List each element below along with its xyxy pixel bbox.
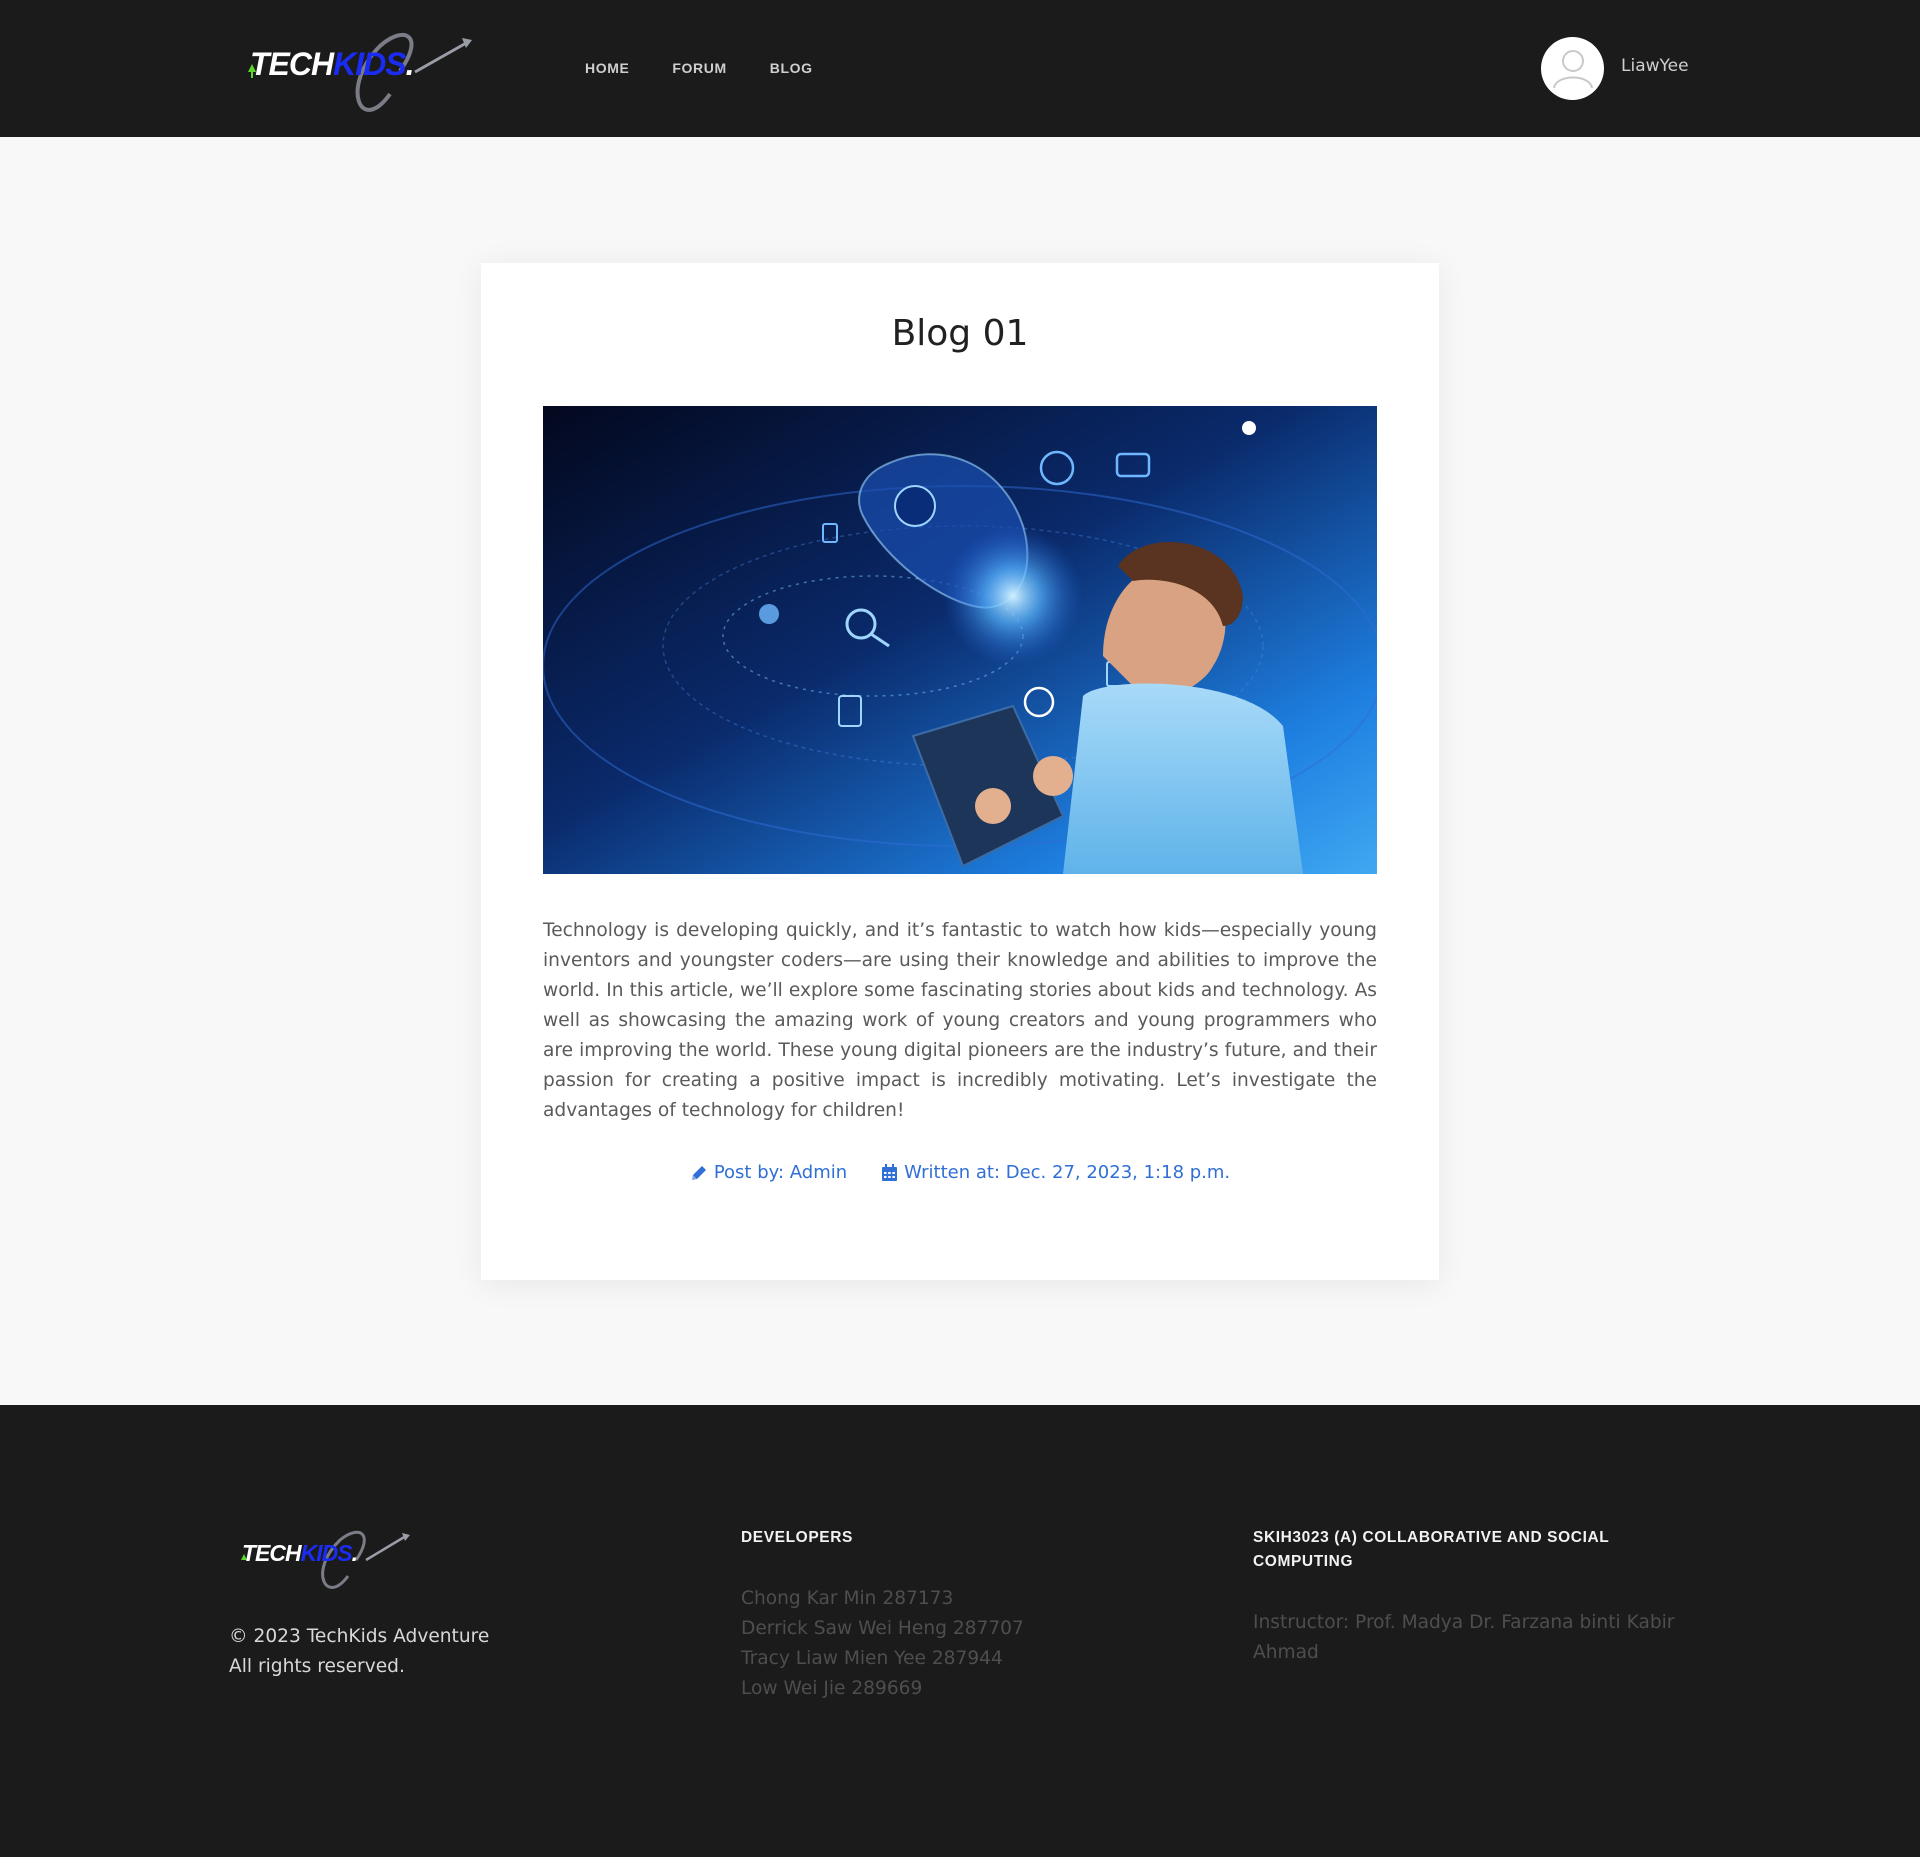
copyright-line-1: © 2023 TechKids Adventure: [229, 1626, 490, 1647]
post-hero-image: [543, 406, 1377, 874]
main-nav: HOME FORUM BLOG: [585, 60, 813, 76]
instructor-text: Instructor: Prof. Madya Dr. Farzana bint…: [1253, 1612, 1675, 1663]
logo-tech: TECH: [250, 46, 334, 82]
footer-logo-kids: KIDS: [300, 1540, 353, 1566]
post-date-text: Written at: Dec. 27, 2023, 1:18 p.m.: [904, 1162, 1231, 1183]
post-date: Written at: Dec. 27, 2023, 1:18 p.m.: [881, 1162, 1230, 1183]
developer-item: Tracy Liaw Mien Yee 287944: [741, 1648, 1003, 1669]
logo-wordmark: TECHKIDS.: [250, 46, 414, 82]
nav-forum[interactable]: FORUM: [672, 60, 726, 76]
avatar[interactable]: [1541, 37, 1604, 100]
top-navbar: TECHKIDS. HOME FORUM BLOG LiawYee: [0, 0, 1920, 137]
post-illustration: [543, 406, 1377, 874]
developer-item: Low Wei Jie 289669: [741, 1678, 923, 1699]
developers-heading: DEVELOPERS: [741, 1529, 853, 1546]
blog-post-card: Blog 01 Technology is developing quickly…: [481, 263, 1439, 1280]
post-author-text: Post by: Admin: [713, 1162, 848, 1183]
post-title: Blog 01: [891, 313, 1029, 354]
site-footer: TECHKIDS. © 2023 TechKids Adventure All …: [0, 1405, 1920, 1857]
developers-list: Chong Kar Min 287173 Derrick Saw Wei Hen…: [741, 1584, 1161, 1704]
site-logo[interactable]: TECHKIDS.: [240, 26, 480, 118]
course-heading: SKIH3023 (A) COLLABORATIVE AND SOCIAL CO…: [1253, 1529, 1610, 1570]
footer-logo: TECHKIDS.: [236, 1526, 416, 1594]
post-body: Technology is developing quickly, and it…: [543, 920, 1377, 1121]
footer-logo-tech: TECH: [242, 1540, 302, 1566]
logo-kids: KIDS: [333, 46, 406, 82]
nav-home[interactable]: HOME: [585, 60, 629, 76]
username[interactable]: LiawYee: [1621, 56, 1689, 76]
calendar-icon: [882, 1163, 898, 1181]
copyright: © 2023 TechKids Adventure All rights res…: [229, 1622, 489, 1682]
developer-item: Derrick Saw Wei Heng 287707: [741, 1618, 1024, 1639]
copyright-line-2: All rights reserved.: [229, 1656, 405, 1677]
post-meta: Post by: Admin Written at: Dec. 27, 2023…: [481, 1162, 1439, 1183]
user-avatar-icon: [1552, 49, 1593, 88]
developer-item: Chong Kar Min 287173: [741, 1588, 954, 1609]
developers-column: DEVELOPERS Chong Kar Min 287173 Derrick …: [741, 1526, 1161, 1704]
post-author: Post by: Admin: [690, 1162, 847, 1183]
course-column: SKIH3023 (A) COLLABORATIVE AND SOCIAL CO…: [1253, 1526, 1693, 1668]
pencil-icon: [691, 1165, 706, 1180]
footer-logo-wordmark: TECHKIDS.: [242, 1540, 358, 1566]
user-menu[interactable]: LiawYee: [1541, 37, 1689, 100]
nav-blog[interactable]: BLOG: [770, 60, 813, 76]
